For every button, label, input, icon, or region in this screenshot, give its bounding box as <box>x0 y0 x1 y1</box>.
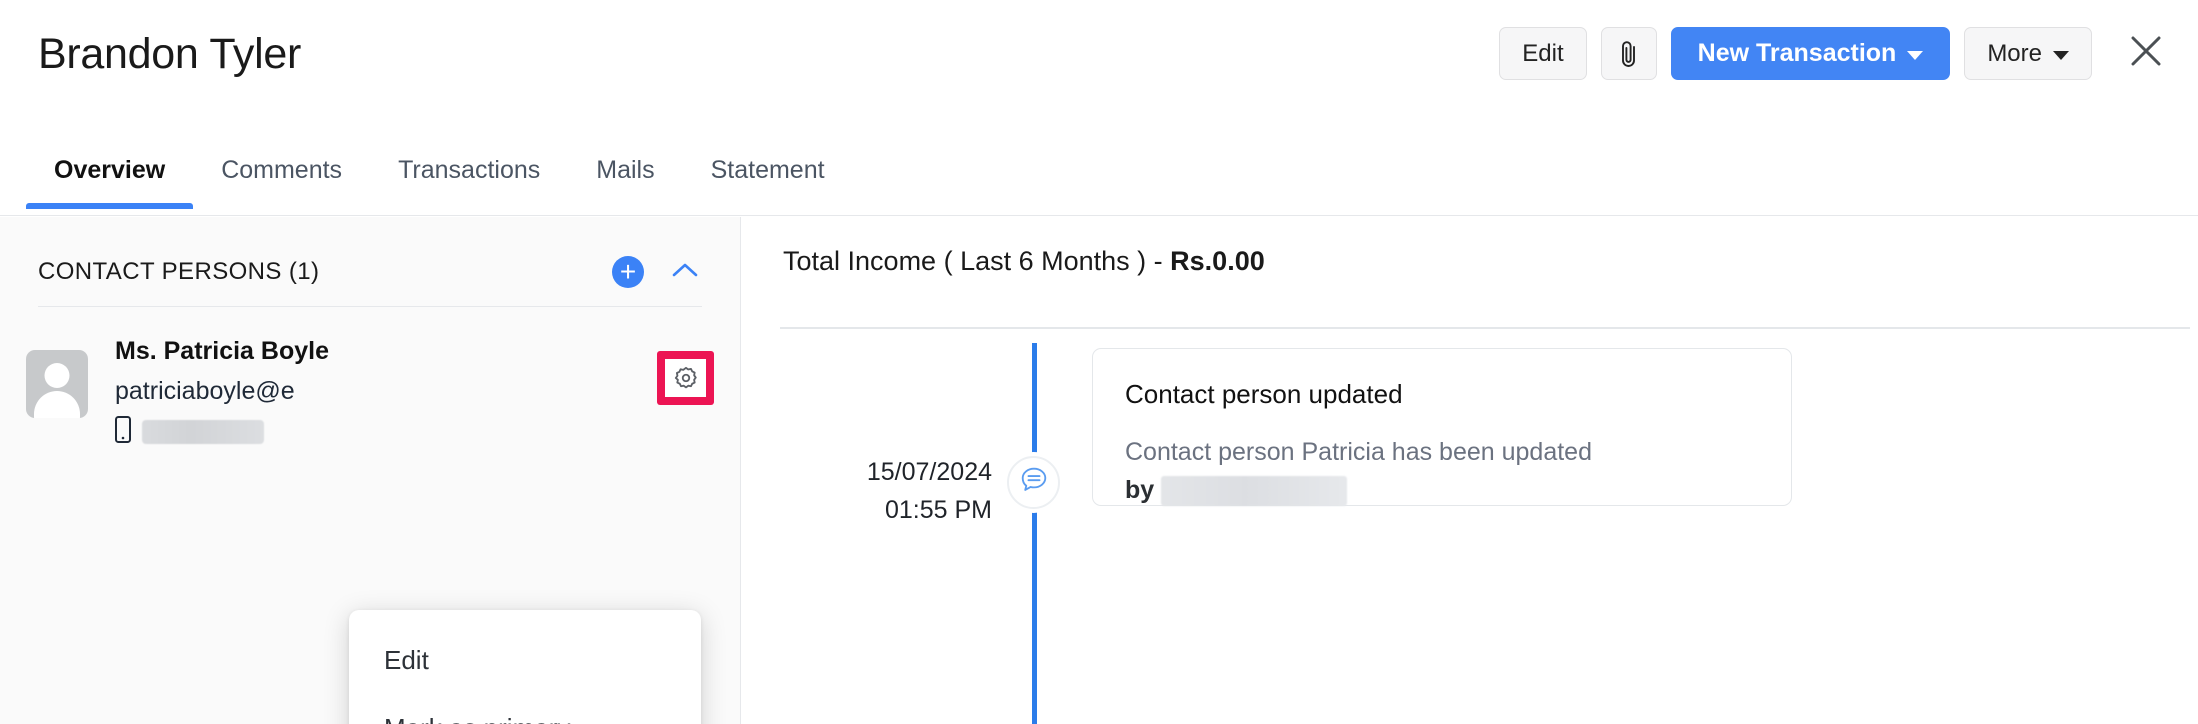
contact-persons-title: CONTACT PERSONS (1) <box>38 258 320 285</box>
activity-by-label: by <box>1125 476 1155 504</box>
mobile-phone-icon <box>115 416 131 448</box>
contact-persons-header: CONTACT PERSONS (1) + <box>38 243 702 301</box>
person-avatar-icon <box>44 363 70 388</box>
edit-button-label: Edit <box>1522 39 1564 67</box>
new-transaction-label: New Transaction <box>1697 39 1897 67</box>
tab-transactions[interactable]: Transactions <box>370 148 568 209</box>
chevron-down-icon <box>1907 51 1924 60</box>
contact-person-card: Ms. Patricia Boyle patriciaboyle@e <box>26 332 716 497</box>
tab-statement-label: Statement <box>710 156 825 184</box>
gear-icon <box>665 359 706 397</box>
section-divider <box>38 306 702 307</box>
more-button[interactable]: More <box>1964 27 2092 80</box>
comment-lines-icon <box>1019 465 1049 500</box>
contact-phone-redacted <box>142 420 264 444</box>
edit-button[interactable]: Edit <box>1499 27 1587 80</box>
timeline-node <box>1007 456 1060 509</box>
close-icon <box>2127 32 2165 75</box>
plus-circle-icon: + <box>619 256 637 287</box>
tab-statement[interactable]: Statement <box>683 148 853 209</box>
avatar-body-shape <box>34 391 80 418</box>
tab-comments-label: Comments <box>221 156 343 184</box>
chevron-down-icon <box>2053 51 2069 60</box>
add-contact-person-button[interactable]: + <box>612 256 644 288</box>
total-income-heading: Total Income ( Last 6 Months ) - Rs.0.00 <box>783 246 1265 277</box>
close-button[interactable] <box>2120 28 2172 80</box>
avatar <box>26 350 88 418</box>
contact-phone-row <box>115 416 675 448</box>
page-header: Brandon Tyler Edit New Transaction More <box>0 0 2198 148</box>
activity-description: Contact person Patricia has been updated… <box>1125 433 1759 509</box>
contact-name: Ms. Patricia Boyle <box>115 337 329 365</box>
timeline-date-value: 15/07/2024 <box>866 458 992 486</box>
menu-item-edit[interactable]: Edit <box>363 634 687 687</box>
menu-item-mark-as-primary[interactable]: Mark as primary <box>363 702 687 724</box>
tab-overview[interactable]: Overview <box>26 148 194 209</box>
contact-settings-button[interactable] <box>657 351 714 405</box>
tab-mails-label: Mails <box>596 156 655 184</box>
menu-item-mark-as-primary-label: Mark as primary <box>384 713 570 724</box>
tab-transactions-label: Transactions <box>398 156 541 184</box>
paperclip-icon <box>1618 39 1640 69</box>
activity-description-text: Contact person Patricia has been updated <box>1125 438 1592 466</box>
total-income-label: Total Income ( Last 6 Months ) - <box>783 246 1171 276</box>
page-title: Brandon Tyler <box>38 30 302 78</box>
contact-details: Ms. Patricia Boyle patriciaboyle@e <box>115 332 675 448</box>
attachment-button[interactable] <box>1600 27 1657 80</box>
left-panel: CONTACT PERSONS (1) + Ms. Patricia Boyle… <box>0 217 741 724</box>
right-panel: Total Income ( Last 6 Months ) - Rs.0.00… <box>742 217 2198 724</box>
customer-detail-page: Brandon Tyler Edit New Transaction More <box>0 0 2198 724</box>
timeline-timestamp: 15/07/2024 01:55 PM <box>742 453 992 529</box>
chevron-up-icon <box>671 261 699 284</box>
total-income-value: Rs.0.00 <box>1170 246 1265 276</box>
contact-settings-menu: Edit Mark as primary Enable SMS Notifica… <box>349 610 701 724</box>
timeline-activity-card: Contact person updated Contact person Pa… <box>1092 348 1792 509</box>
contact-email[interactable]: patriciaboyle@e <box>115 370 675 412</box>
more-button-label: More <box>1987 39 2042 67</box>
header-actions: Edit New Transaction More <box>1499 27 2172 80</box>
activity-by-redacted <box>1161 476 1348 507</box>
tab-bar: Overview Comments Transactions Mails Sta… <box>0 148 2198 216</box>
collapse-section-button[interactable] <box>668 255 702 289</box>
menu-item-edit-label: Edit <box>384 645 429 675</box>
timeline-axis <box>1032 343 1037 724</box>
tab-mails[interactable]: Mails <box>568 148 682 209</box>
content-area: CONTACT PERSONS (1) + Ms. Patricia Boyle… <box>0 217 2198 724</box>
right-panel-divider <box>780 327 2190 329</box>
new-transaction-button[interactable]: New Transaction <box>1670 27 1951 80</box>
activity-title: Contact person updated <box>1125 379 1403 409</box>
tab-comments[interactable]: Comments <box>193 148 370 209</box>
timeline-time-value: 01:55 PM <box>884 496 992 524</box>
tab-overview-label: Overview <box>54 156 166 184</box>
